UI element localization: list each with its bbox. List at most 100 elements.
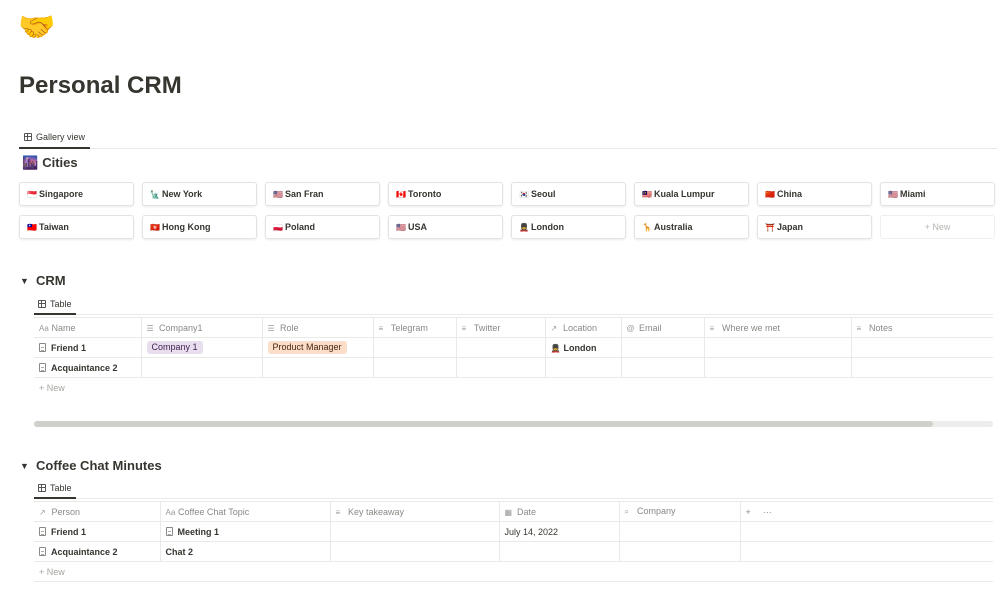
telegram-cell[interactable] xyxy=(373,337,457,358)
flag-icon: 🇺🇸 xyxy=(888,189,898,199)
crm-database: Table Aa Name ☰ Company1 ☰ Role ≡ Telegr… xyxy=(34,295,993,397)
column-label: Key takeaway xyxy=(348,506,405,517)
name-cell[interactable]: Friend 1 xyxy=(34,337,142,358)
date-cell[interactable]: July 14, 2022 xyxy=(499,521,620,542)
handshake-icon[interactable]: 🤝 xyxy=(18,10,55,46)
city-card[interactable]: 🗽 New York xyxy=(142,182,257,206)
role-cell[interactable] xyxy=(262,357,374,378)
table-row[interactable]: Friend 1 Meeting 1 July 14, 2022 xyxy=(34,521,993,542)
takeaway-cell[interactable] xyxy=(330,541,500,562)
name-cell[interactable]: Acquaintance 2 xyxy=(34,357,142,378)
email-cell[interactable] xyxy=(621,357,705,378)
city-name: Japan xyxy=(777,222,804,232)
where-we-met-cell[interactable] xyxy=(704,357,852,378)
scrollbar-thumb[interactable] xyxy=(34,421,933,427)
city-card[interactable]: ⛩️ Japan xyxy=(757,215,872,239)
tab-table[interactable]: Table xyxy=(34,479,76,499)
column-header-topic[interactable]: Aa Coffee Chat Topic xyxy=(160,501,331,522)
notes-cell[interactable] xyxy=(851,357,993,378)
city-name: Seoul xyxy=(531,189,556,199)
twitter-cell[interactable] xyxy=(456,337,546,358)
city-card[interactable]: 🇨🇦 Toronto xyxy=(388,182,503,206)
person-cell[interactable]: Friend 1 xyxy=(34,521,161,542)
search-icon: ⌕ xyxy=(624,507,629,516)
page-title[interactable]: Personal CRM xyxy=(19,70,182,102)
city-card[interactable]: 🇺🇸 USA xyxy=(388,215,503,239)
text-lines-icon: ≡ xyxy=(335,507,341,517)
table-row[interactable]: Friend 1 Company 1 Product Manager 💂 Lond… xyxy=(34,337,993,358)
topic-cell[interactable]: Meeting 1 xyxy=(160,521,331,542)
company-cell[interactable] xyxy=(141,357,263,378)
relation-arrow-icon: ↗ xyxy=(550,323,558,333)
column-header-telegram[interactable]: ≡ Telegram xyxy=(373,317,457,338)
city-name: Kuala Lumpur xyxy=(654,189,715,199)
cities-heading[interactable]: 🌆 Cities xyxy=(22,154,78,172)
crm-new-row-button[interactable]: + New xyxy=(34,378,993,397)
column-header-role[interactable]: ☰ Role xyxy=(262,317,374,338)
column-header-name[interactable]: Aa Name xyxy=(34,317,142,338)
row-name: Acquaintance 2 xyxy=(51,362,118,373)
more-options-icon[interactable]: ··· xyxy=(763,507,772,517)
column-header-email[interactable]: @ Email xyxy=(621,317,705,338)
telegram-cell[interactable] xyxy=(373,357,457,378)
column-header-company[interactable]: ⌕ Company xyxy=(619,501,741,522)
column-header-takeaway[interactable]: ≡ Key takeaway xyxy=(330,501,500,522)
calendar-icon: ▦ xyxy=(504,507,513,517)
tab-table[interactable]: Table xyxy=(34,295,76,315)
location-cell[interactable] xyxy=(545,357,622,378)
city-card[interactable]: 🇨🇳 China xyxy=(757,182,872,206)
text-lines-icon: ≡ xyxy=(378,323,384,333)
crm-toggle-icon[interactable]: ▼ xyxy=(20,272,32,290)
location-link[interactable]: London xyxy=(563,343,596,353)
city-card[interactable]: 💂 London xyxy=(511,215,626,239)
city-card[interactable]: 🇭🇰 Hong Kong xyxy=(142,215,257,239)
person-cell[interactable]: Acquaintance 2 xyxy=(34,541,161,562)
date-cell[interactable] xyxy=(499,541,620,562)
company-cell[interactable] xyxy=(619,521,741,542)
person-link: Acquaintance 2 xyxy=(51,546,118,557)
column-header-company[interactable]: ☰ Company1 xyxy=(141,317,263,338)
crm-horizontal-scrollbar[interactable] xyxy=(34,421,993,427)
tab-gallery-view[interactable]: Gallery view xyxy=(19,126,91,149)
table-row[interactable]: Acquaintance 2 xyxy=(34,357,993,378)
add-column-icon[interactable]: + xyxy=(746,507,751,517)
where-we-met-cell[interactable] xyxy=(704,337,852,358)
gallery-icon xyxy=(24,132,32,141)
column-header-twitter[interactable]: ≡ Twitter xyxy=(456,317,546,338)
city-card[interactable]: 🇸🇬 Singapore xyxy=(19,182,134,206)
city-card[interactable]: 🦒 Australia xyxy=(634,215,749,239)
crm-title[interactable]: CRM xyxy=(36,272,66,290)
column-header-person[interactable]: ↗ Person xyxy=(34,501,161,522)
coffee-toggle-icon[interactable]: ▼ xyxy=(20,457,32,475)
city-card[interactable]: 🇹🇼 Taiwan xyxy=(19,215,134,239)
column-header-location[interactable]: ↗ Location xyxy=(545,317,622,338)
company-cell[interactable]: Company 1 xyxy=(141,337,263,358)
column-header-date[interactable]: ▦ Date xyxy=(499,501,620,522)
company-cell[interactable] xyxy=(619,541,741,562)
city-name: Toronto xyxy=(408,189,442,199)
city-card[interactable]: 🇵🇱 Poland xyxy=(265,215,380,239)
column-header-where-we-met[interactable]: ≡ Where we met xyxy=(704,317,852,338)
flag-icon: 🇭🇰 xyxy=(150,222,160,232)
city-card[interactable]: 🇲🇾 Kuala Lumpur xyxy=(634,182,749,206)
takeaway-cell[interactable] xyxy=(330,521,500,542)
table-row[interactable]: Acquaintance 2 Chat 2 xyxy=(34,541,993,562)
person-link: Friend 1 xyxy=(51,526,87,537)
gallery-tab-strip: Gallery view xyxy=(19,126,997,149)
topic-cell[interactable]: Chat 2 xyxy=(160,541,331,562)
email-cell[interactable] xyxy=(621,337,705,358)
role-cell[interactable]: Product Manager xyxy=(262,337,374,358)
at-icon: @ xyxy=(626,323,635,333)
coffee-title[interactable]: Coffee Chat Minutes xyxy=(36,457,162,475)
coffee-table: ↗ Person Aa Coffee Chat Topic ≡ Key take… xyxy=(34,501,993,562)
city-card[interactable]: 🇰🇷 Seoul xyxy=(511,182,626,206)
location-cell[interactable]: 💂 London xyxy=(545,337,622,358)
coffee-new-row-button[interactable]: + New xyxy=(34,562,993,582)
twitter-cell[interactable] xyxy=(456,357,546,378)
column-header-notes[interactable]: ≡ Notes xyxy=(851,317,993,338)
city-card[interactable]: 🇺🇸 San Fran xyxy=(265,182,380,206)
city-card[interactable]: 🇺🇸 Miami xyxy=(880,182,995,206)
new-city-button[interactable]: + New xyxy=(880,215,995,239)
crm-heading: ▼ CRM xyxy=(20,272,66,290)
notes-cell[interactable] xyxy=(851,337,993,358)
